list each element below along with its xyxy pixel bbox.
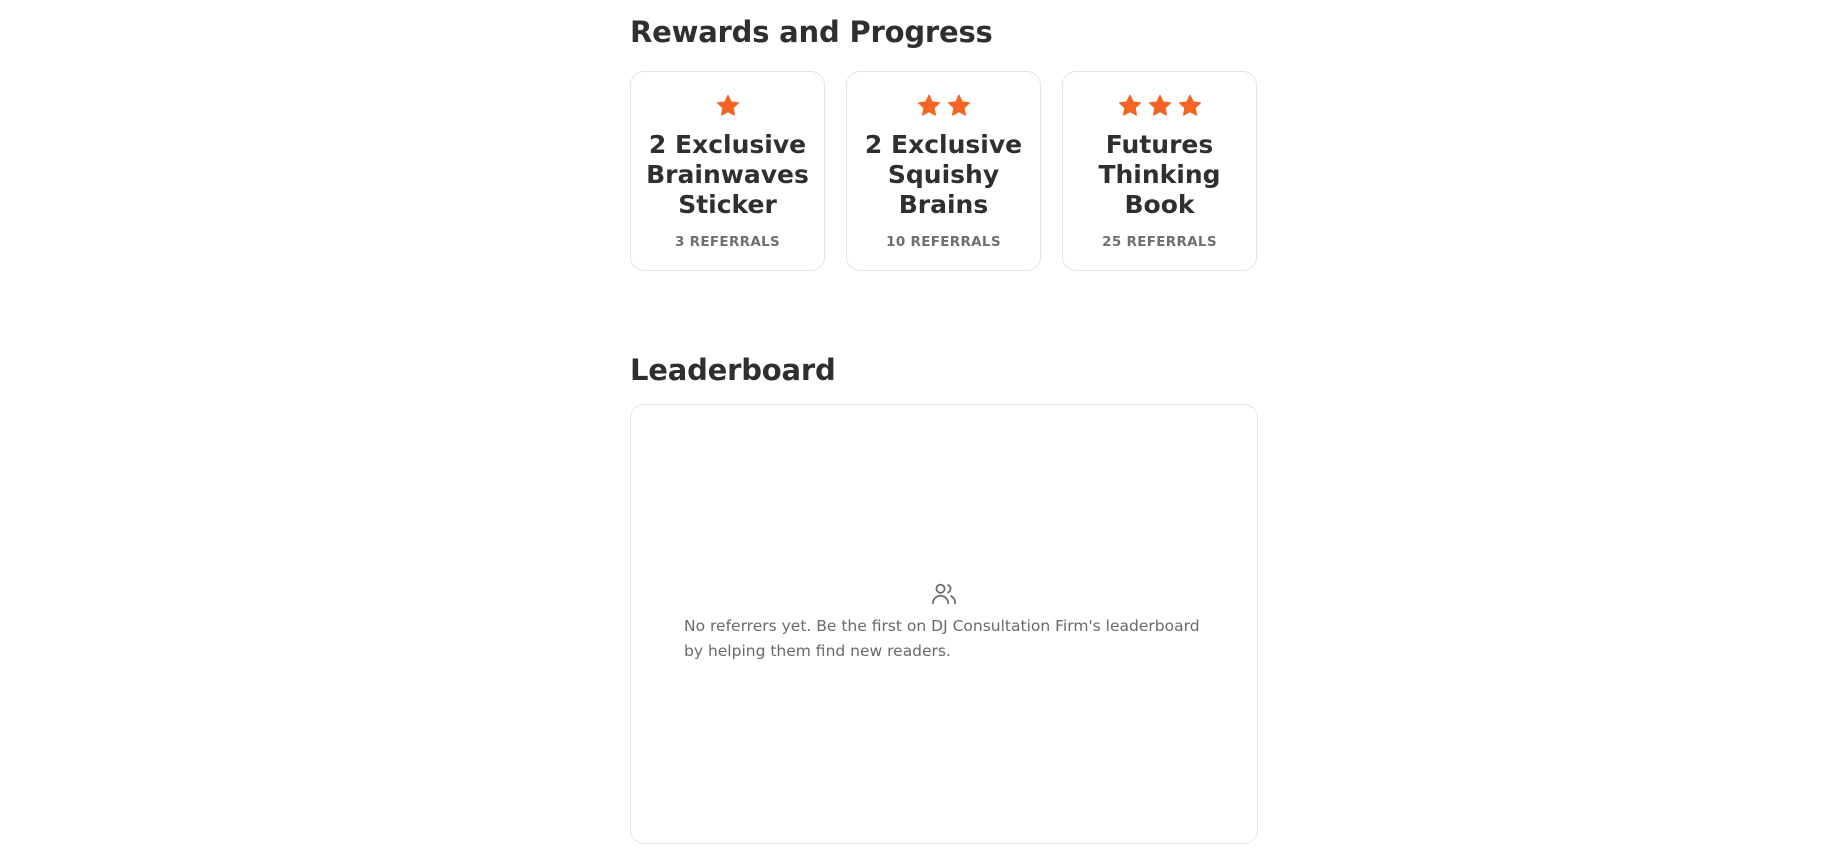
star-icon	[715, 93, 741, 119]
reward-requirement: 25 REFERRALS	[1102, 234, 1217, 250]
reward-stars	[715, 92, 741, 120]
leaderboard-empty-message: No referrers yet. Be the first on DJ Con…	[684, 616, 1200, 660]
star-icon	[916, 93, 942, 119]
reward-stars	[1117, 92, 1203, 120]
leaderboard-panel: No referrers yet. Be the first on DJ Con…	[630, 403, 1258, 844]
leaderboard-title: Leaderboard	[630, 353, 836, 387]
reward-card-1: 2 Exclusive Brainwaves Sticker 3 REFERRA…	[630, 71, 825, 271]
reward-stars	[916, 92, 972, 120]
main-content: Rewards and Progress 2 Exclusive Brainwa…	[630, 0, 1258, 844]
rewards-section-title: Rewards and Progress	[630, 15, 993, 49]
reward-name: 2 Exclusive Brainwaves Sticker	[646, 130, 809, 219]
users-icon	[930, 580, 958, 608]
reward-requirement: 3 REFERRALS	[674, 234, 781, 250]
star-icon	[946, 93, 972, 119]
reward-name: 2 Exclusive Squishy Brains	[864, 130, 1023, 219]
star-icon	[1177, 93, 1203, 119]
rewards-list: 2 Exclusive Brainwaves Sticker 3 REFERRA…	[630, 71, 1258, 271]
reward-requirement: 10 REFERRALS	[886, 234, 1001, 250]
star-icon	[1117, 93, 1143, 119]
reward-card-3: Futures Thinking Book 25 REFERRALS	[1062, 71, 1257, 271]
reward-card-2: 2 Exclusive Squishy Brains 10 REFERRALS	[846, 71, 1041, 271]
leaderboard-empty-state: No referrers yet. Be the first on DJ Con…	[631, 580, 1257, 664]
star-icon	[1147, 93, 1173, 119]
reward-name: Futures Thinking Book	[1098, 130, 1221, 219]
